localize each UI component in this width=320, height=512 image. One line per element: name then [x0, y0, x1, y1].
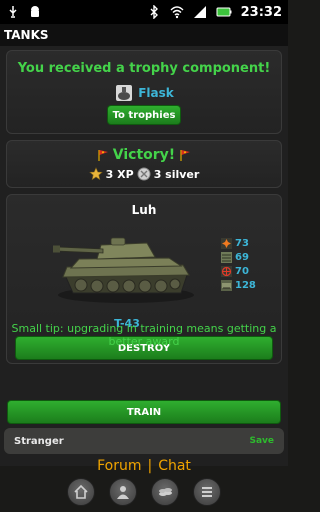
- armor-icon: [221, 251, 232, 263]
- bluetooth-icon: [150, 5, 158, 19]
- profile-icon: [117, 486, 129, 499]
- tip-text: Small tip: upgrading in training means g…: [11, 322, 277, 348]
- stat-targeting: 70: [221, 265, 256, 277]
- coins-button[interactable]: [151, 478, 179, 506]
- opponent-row: Stranger Save: [4, 428, 284, 454]
- crew-name: Luh: [131, 203, 157, 217]
- wifi-icon: [170, 6, 184, 19]
- app-title-bar: TANKS: [0, 24, 288, 46]
- mobility-icon: [221, 279, 232, 291]
- flag-icon: [98, 149, 108, 161]
- home-button[interactable]: [67, 478, 95, 506]
- signal-icon: [193, 6, 206, 18]
- silver-reward: 3 silver: [153, 167, 200, 181]
- victory-heading: Victory!: [7, 147, 281, 163]
- opponent-name: Stranger: [14, 435, 64, 447]
- firepower-icon: [221, 237, 232, 249]
- usb-icon: [9, 6, 17, 18]
- home-icon: [74, 484, 88, 499]
- reward-row: 3 XP 3 silver: [7, 167, 281, 181]
- app-title: TANKS: [4, 28, 49, 42]
- menu-button[interactable]: [193, 478, 221, 506]
- forum-link[interactable]: Forum: [97, 458, 141, 474]
- clock: 23:32: [240, 4, 282, 20]
- bottom-nav: [0, 478, 288, 506]
- stat-firepower: 73: [221, 237, 256, 249]
- battle-result: Victory!: [112, 147, 176, 163]
- trophy-heading: You received a trophy component!: [17, 61, 271, 76]
- trophy-item: Flask: [7, 83, 281, 103]
- train-button[interactable]: TRAIN: [7, 400, 281, 424]
- link-separator: |: [147, 458, 153, 474]
- xp-reward: 3 XP: [105, 167, 134, 181]
- flag-icon: [180, 149, 191, 161]
- xp-star-icon: [88, 167, 103, 181]
- targeting-icon: [221, 265, 232, 277]
- tank-stats: 73 69 70 128: [221, 237, 256, 291]
- android-debug-icon: [31, 6, 39, 17]
- tank-image[interactable]: [51, 225, 201, 305]
- battery-icon: [216, 7, 232, 17]
- trophy-panel: You received a trophy component! Flask T…: [6, 50, 282, 134]
- stat-armor: 69: [221, 251, 256, 263]
- profile-button[interactable]: [109, 478, 137, 506]
- coins-icon: [159, 488, 172, 496]
- stat-mobility: 128: [221, 279, 256, 291]
- menu-icon: [202, 487, 212, 497]
- flask-icon: [116, 85, 133, 101]
- forum-chat-links: Forum | Chat: [0, 458, 288, 474]
- save-button[interactable]: Save: [249, 436, 274, 446]
- victory-panel: Victory! 3 XP 3 silver: [6, 140, 282, 188]
- to-trophies-button[interactable]: To trophies: [107, 105, 181, 125]
- status-bar: 23:32: [0, 0, 288, 24]
- chat-link[interactable]: Chat: [158, 458, 191, 474]
- silver-coin-icon: [137, 167, 151, 181]
- trophy-item-name: Flask: [138, 86, 174, 100]
